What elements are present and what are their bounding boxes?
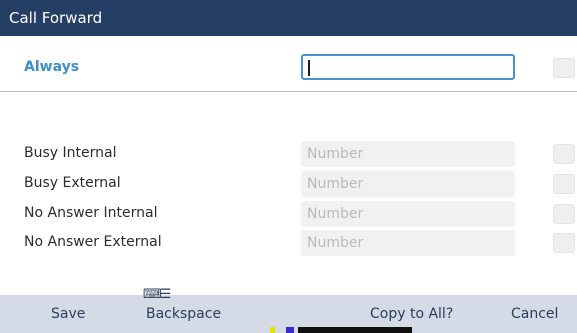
copy-to-all-button[interactable]: Copy to All?	[370, 306, 453, 322]
always-number-input[interactable]	[301, 54, 515, 80]
call-forward-screen: Call Forward Always Busy Internal Number…	[0, 0, 577, 333]
always-row[interactable]: Always	[0, 50, 577, 86]
cancel-button[interactable]: Cancel	[511, 306, 558, 322]
busy-external-row[interactable]: Busy External Number	[0, 170, 577, 198]
busy-external-placeholder: Number	[307, 176, 364, 192]
display-artifact	[286, 327, 294, 333]
text-caret	[308, 60, 310, 76]
always-label: Always	[24, 59, 80, 75]
backspace-button[interactable]: Backspace	[146, 306, 221, 322]
backspace-keyboard-icon: ⌨☰	[143, 287, 171, 302]
section-divider	[0, 91, 577, 92]
save-button[interactable]: Save	[51, 306, 85, 322]
display-artifact	[298, 327, 412, 333]
busy-external-label: Busy External	[24, 175, 121, 191]
no-answer-internal-number-input[interactable]: Number	[301, 201, 515, 227]
busy-internal-checkbox[interactable]	[553, 144, 575, 164]
no-answer-external-label: No Answer External	[24, 234, 162, 250]
page-title: Call Forward	[9, 9, 103, 27]
title-bar: Call Forward	[0, 0, 577, 36]
display-artifact	[270, 327, 275, 333]
busy-internal-label: Busy Internal	[24, 145, 117, 161]
no-answer-external-row[interactable]: No Answer External Number	[0, 229, 577, 257]
no-answer-external-number-input[interactable]: Number	[301, 230, 515, 256]
no-answer-internal-placeholder: Number	[307, 206, 364, 222]
no-answer-internal-checkbox[interactable]	[553, 204, 575, 224]
busy-internal-placeholder: Number	[307, 146, 364, 162]
busy-external-checkbox[interactable]	[553, 174, 575, 194]
no-answer-external-placeholder: Number	[307, 235, 364, 251]
no-answer-external-checkbox[interactable]	[553, 233, 575, 253]
no-answer-internal-row[interactable]: No Answer Internal Number	[0, 200, 577, 228]
always-checkbox[interactable]	[553, 58, 575, 78]
busy-external-number-input[interactable]: Number	[301, 171, 515, 197]
busy-internal-number-input[interactable]: Number	[301, 141, 515, 167]
busy-internal-row[interactable]: Busy Internal Number	[0, 140, 577, 168]
no-answer-internal-label: No Answer Internal	[24, 205, 158, 221]
